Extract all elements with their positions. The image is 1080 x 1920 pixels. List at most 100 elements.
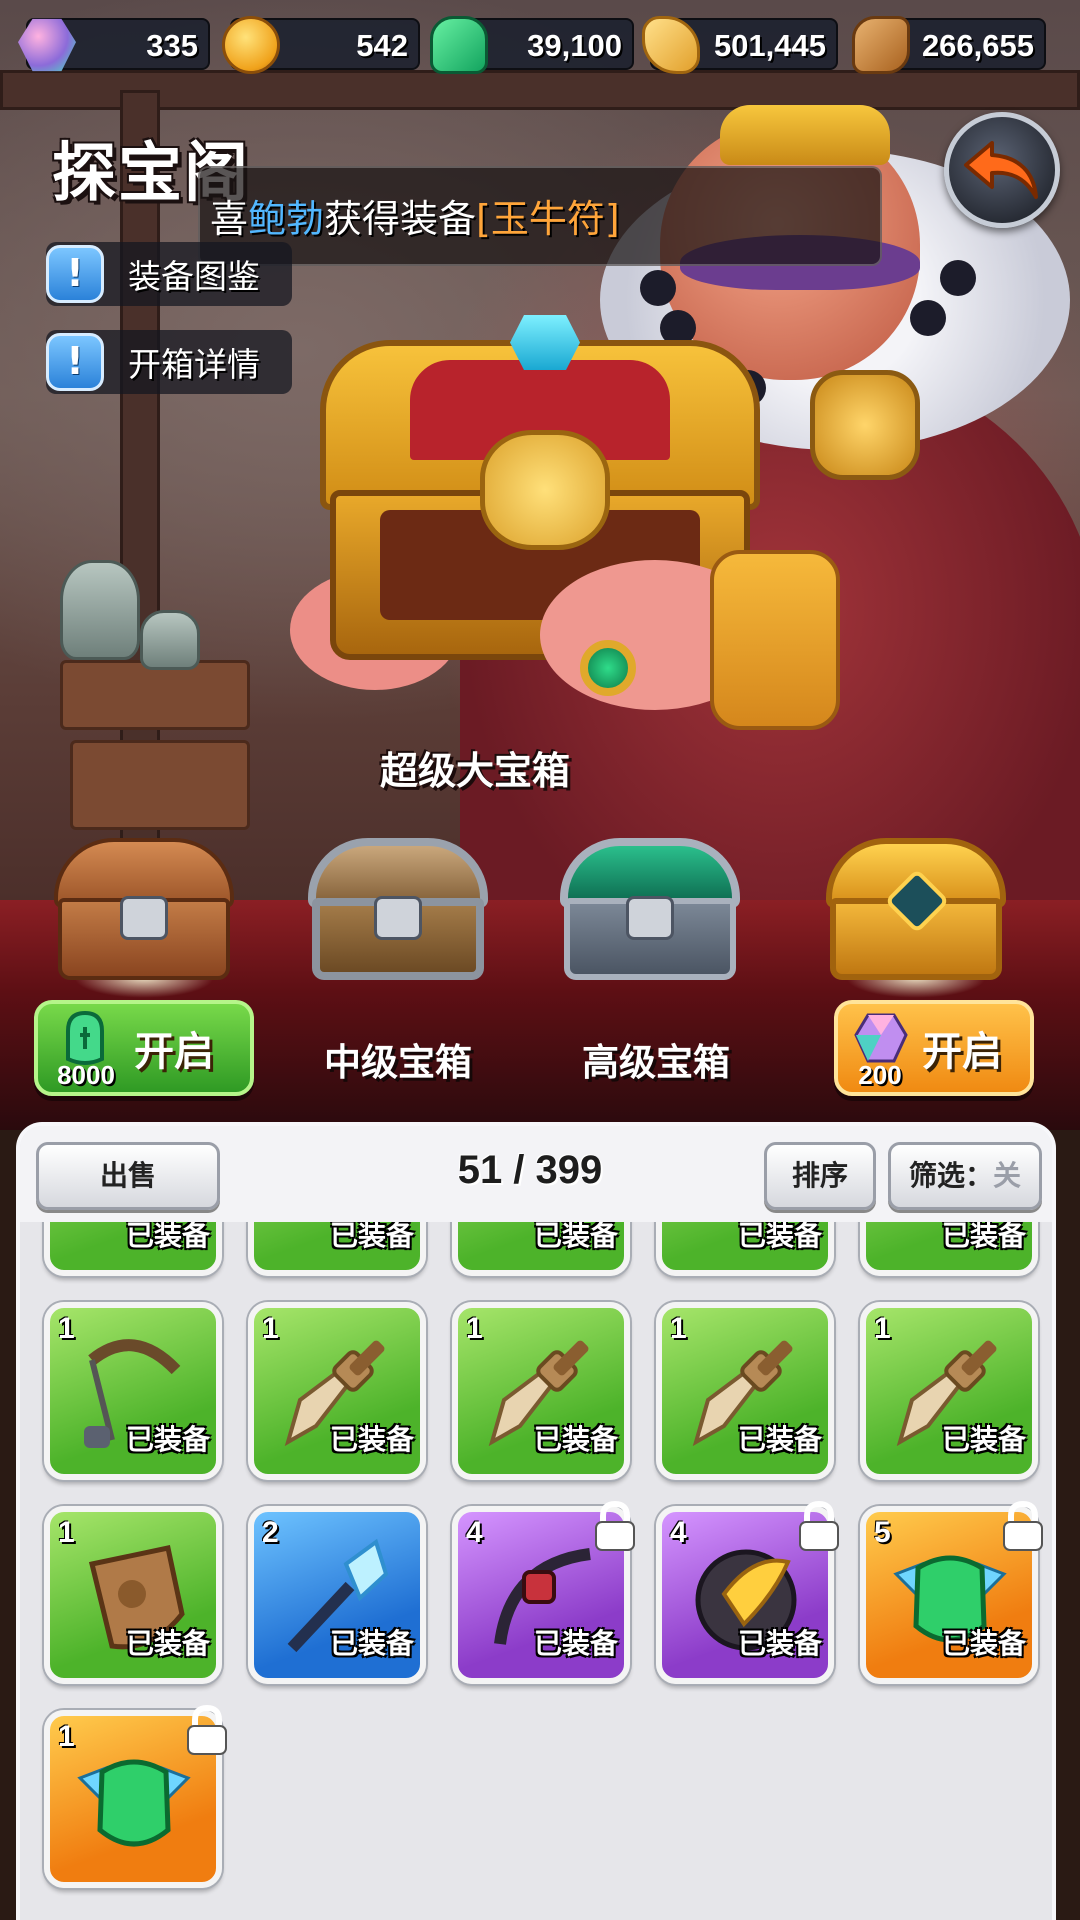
item-level: 2 bbox=[262, 1516, 279, 1549]
vase bbox=[60, 560, 140, 660]
inventory-item[interactable]: 1 已装备 bbox=[248, 1302, 426, 1480]
open-details-button[interactable]: ! 开箱详情 bbox=[46, 330, 292, 394]
basic-chest[interactable] bbox=[54, 838, 234, 998]
inventory-count: 51 / 399 bbox=[457, 1148, 603, 1192]
featured-chest-name: 超级大宝箱 bbox=[380, 749, 571, 793]
gem-icon bbox=[18, 18, 76, 72]
equipment-catalog-label: 装备图鉴 bbox=[128, 257, 260, 296]
mid-chest-label: 中级宝箱 bbox=[324, 1041, 472, 1084]
inventory-item[interactable]: 1 已装备 bbox=[44, 1506, 222, 1684]
inventory-grid: 已装备 已装备 已装备 已装备 已装备 1 已装备 1 已装备 1 已装备 1 … bbox=[20, 1222, 1052, 1920]
equipped-label: 已装备 bbox=[533, 1627, 618, 1660]
wood-counter[interactable]: 266,655 bbox=[852, 16, 1046, 74]
sort-button[interactable]: 排序 bbox=[764, 1142, 876, 1210]
equipment-catalog-button[interactable]: ! 装备图鉴 bbox=[46, 242, 292, 306]
item-level: 4 bbox=[466, 1516, 483, 1549]
inventory-toolbar: 出售 51 / 399 排序 筛选：关 bbox=[20, 1126, 1052, 1222]
item-level: 1 bbox=[58, 1312, 75, 1345]
wheat-counter[interactable]: 501,445 bbox=[642, 16, 838, 74]
gem-icon bbox=[854, 1009, 908, 1067]
item-level: 1 bbox=[262, 1312, 279, 1345]
item-level: 1 bbox=[466, 1312, 483, 1345]
open-basic-label: 开启 bbox=[134, 1029, 214, 1075]
filter-button[interactable]: 筛选：关 bbox=[888, 1142, 1042, 1210]
coin-value: 542 bbox=[356, 28, 408, 63]
inventory-panel: 出售 51 / 399 排序 筛选：关 已装备 已装备 已装备 已装备 已装备 … bbox=[16, 1122, 1056, 1920]
item-level: 1 bbox=[874, 1312, 891, 1345]
gem-value: 335 bbox=[146, 28, 198, 63]
inventory-item[interactable]: 1 已装备 bbox=[452, 1302, 630, 1480]
equipped-label: 已装备 bbox=[941, 1423, 1026, 1456]
sell-button[interactable]: 出售 bbox=[36, 1142, 220, 1210]
open-super-cost: 200 bbox=[858, 1060, 902, 1090]
shelf bbox=[60, 660, 250, 730]
inventory-item[interactable]: 已装备 bbox=[860, 1222, 1038, 1276]
open-basic-cost: 8000 bbox=[57, 1060, 115, 1090]
inventory-item[interactable]: 4 已装备 bbox=[656, 1500, 839, 1684]
merchant-bracer bbox=[710, 550, 840, 730]
equipped-label: 已装备 bbox=[125, 1423, 210, 1456]
equipped-label: 已装备 bbox=[329, 1222, 414, 1252]
open-super-chest-button[interactable]: 200 开启 bbox=[834, 1000, 1034, 1096]
jade-ring bbox=[580, 640, 636, 696]
equipped-label: 已装备 bbox=[941, 1222, 1026, 1252]
wood-icon bbox=[852, 16, 910, 74]
ticker-item-name: [玉牛符] bbox=[476, 197, 620, 241]
lock-icon bbox=[374, 896, 422, 940]
jade-counter[interactable]: 39,100 bbox=[430, 16, 634, 74]
wheat-icon bbox=[642, 16, 700, 74]
equipped-label: 已装备 bbox=[329, 1423, 414, 1456]
mid-chest[interactable] bbox=[308, 838, 488, 988]
jade-ox-talisman-icon bbox=[77, 1759, 191, 1847]
lightning-lock-icon bbox=[626, 896, 674, 940]
back-button[interactable] bbox=[944, 112, 1060, 228]
equipped-label: 已装备 bbox=[737, 1222, 822, 1252]
wheat-value: 501,445 bbox=[713, 28, 826, 63]
shelf bbox=[70, 740, 250, 830]
vase bbox=[140, 610, 200, 670]
coin-icon bbox=[222, 16, 280, 74]
item-level: 1 bbox=[670, 1312, 687, 1345]
high-chest[interactable] bbox=[560, 838, 740, 988]
inventory-item[interactable]: 1 已装备 bbox=[44, 1302, 222, 1480]
equipped-label: 已装备 bbox=[737, 1423, 822, 1456]
equipped-label: 已装备 bbox=[941, 1627, 1026, 1660]
item-level: 4 bbox=[670, 1516, 687, 1549]
inventory-item[interactable]: 1 已装备 bbox=[860, 1302, 1038, 1480]
info-icon: ! bbox=[46, 245, 104, 303]
coin-counter[interactable]: 542 bbox=[222, 16, 420, 74]
super-chest[interactable] bbox=[826, 838, 1006, 998]
merchant-hat bbox=[720, 105, 890, 165]
item-level: 1 bbox=[58, 1516, 75, 1549]
equipped-label: 已装备 bbox=[533, 1222, 618, 1252]
open-details-label: 开箱详情 bbox=[128, 345, 260, 384]
inventory-item[interactable]: 已装备 bbox=[44, 1222, 222, 1276]
inventory-item[interactable]: 已装备 bbox=[452, 1222, 630, 1276]
open-super-label: 开启 bbox=[922, 1029, 1002, 1075]
inventory-item[interactable]: 4 已装备 bbox=[452, 1500, 635, 1684]
equipped-label: 已装备 bbox=[125, 1627, 210, 1660]
inventory-item[interactable]: 已装备 bbox=[248, 1222, 426, 1276]
wood-value: 266,655 bbox=[921, 28, 1034, 63]
jade-icon bbox=[430, 16, 488, 74]
jade-value: 39,100 bbox=[527, 28, 622, 63]
inventory-item[interactable]: 1 已装备 bbox=[656, 1302, 834, 1480]
inventory-item[interactable]: 5 已装备 bbox=[860, 1500, 1043, 1684]
back-arrow-icon bbox=[964, 141, 1038, 199]
announcement-ticker: 喜鲍勃获得装备[玉牛符] bbox=[198, 166, 882, 266]
lock-icon[interactable] bbox=[796, 1500, 842, 1552]
equipped-label: 已装备 bbox=[533, 1423, 618, 1456]
lock-icon[interactable] bbox=[592, 1500, 638, 1552]
inventory-item[interactable]: 2 已装备 bbox=[248, 1506, 426, 1684]
gem-counter[interactable]: 335 bbox=[18, 18, 210, 72]
ticker-prefix: 喜 bbox=[210, 197, 249, 241]
equipped-label: 已装备 bbox=[737, 1627, 822, 1660]
inventory-item[interactable]: 1 bbox=[44, 1704, 227, 1888]
coin-pendant bbox=[810, 370, 920, 480]
ticker-player-name: 鲍勃 bbox=[248, 197, 325, 241]
lock-icon[interactable] bbox=[184, 1704, 230, 1756]
jade-icon bbox=[58, 1009, 112, 1067]
open-basic-chest-button[interactable]: 8000 开启 bbox=[34, 1000, 254, 1096]
inventory-item[interactable]: 已装备 bbox=[656, 1222, 834, 1276]
lock-icon[interactable] bbox=[1000, 1500, 1046, 1552]
